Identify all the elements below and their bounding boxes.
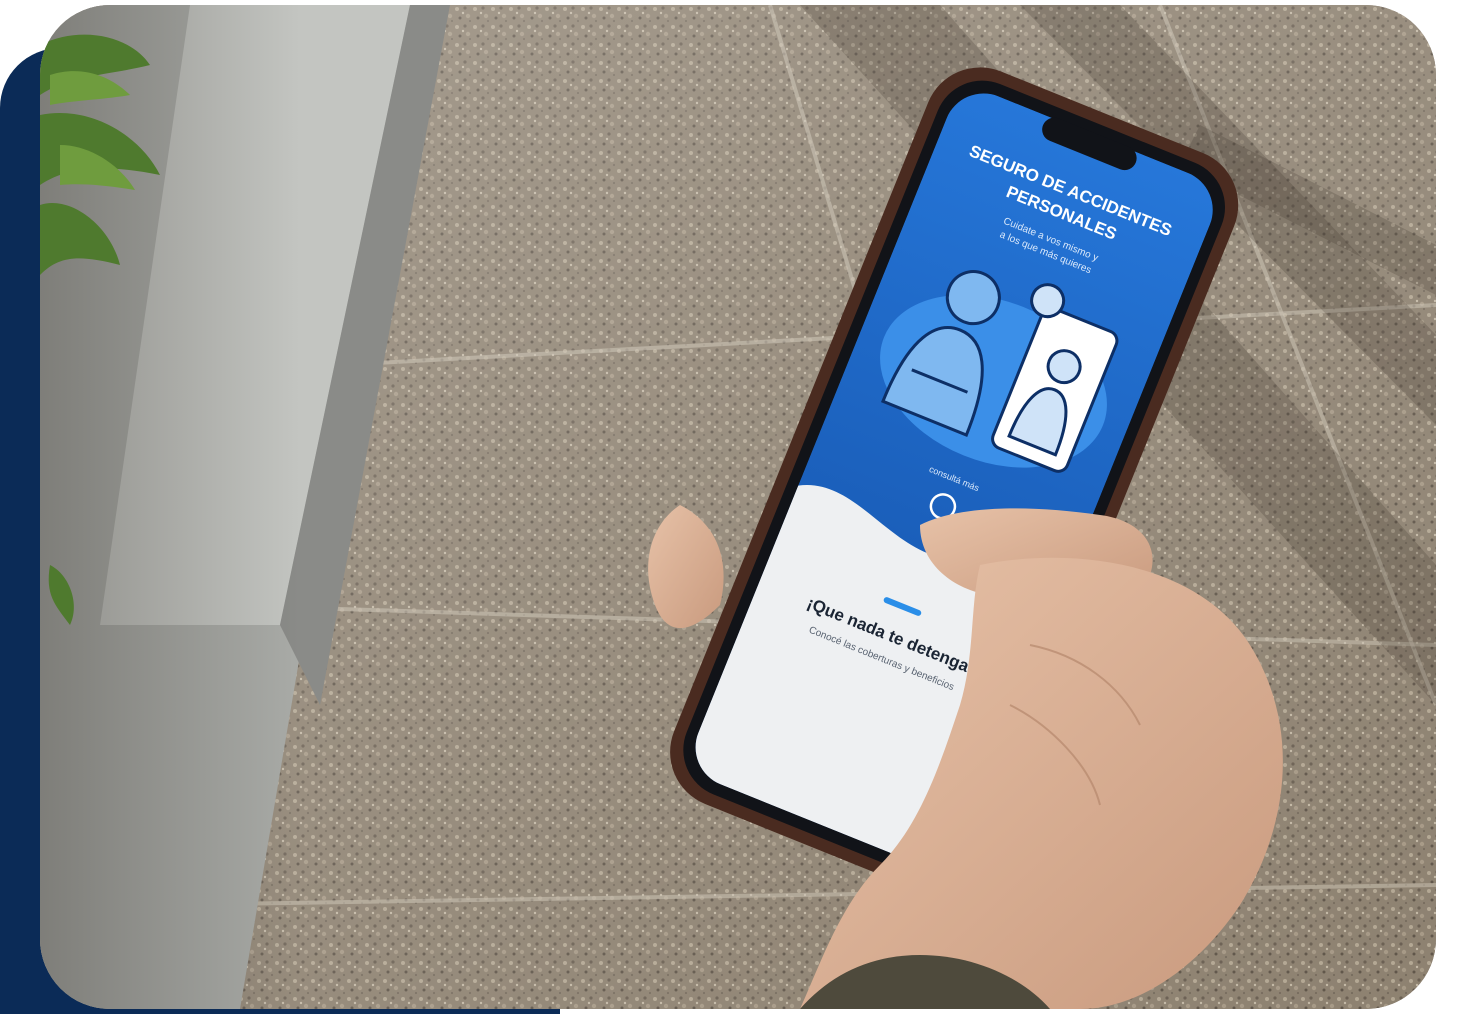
photo-illustration: SEGURO DE ACCIDENTES PERSONALES Cuidate … xyxy=(40,5,1436,1009)
photo-frame: SEGURO DE ACCIDENTES PERSONALES Cuidate … xyxy=(40,5,1436,1009)
stage: SEGURO DE ACCIDENTES PERSONALES Cuidate … xyxy=(0,0,1471,1014)
